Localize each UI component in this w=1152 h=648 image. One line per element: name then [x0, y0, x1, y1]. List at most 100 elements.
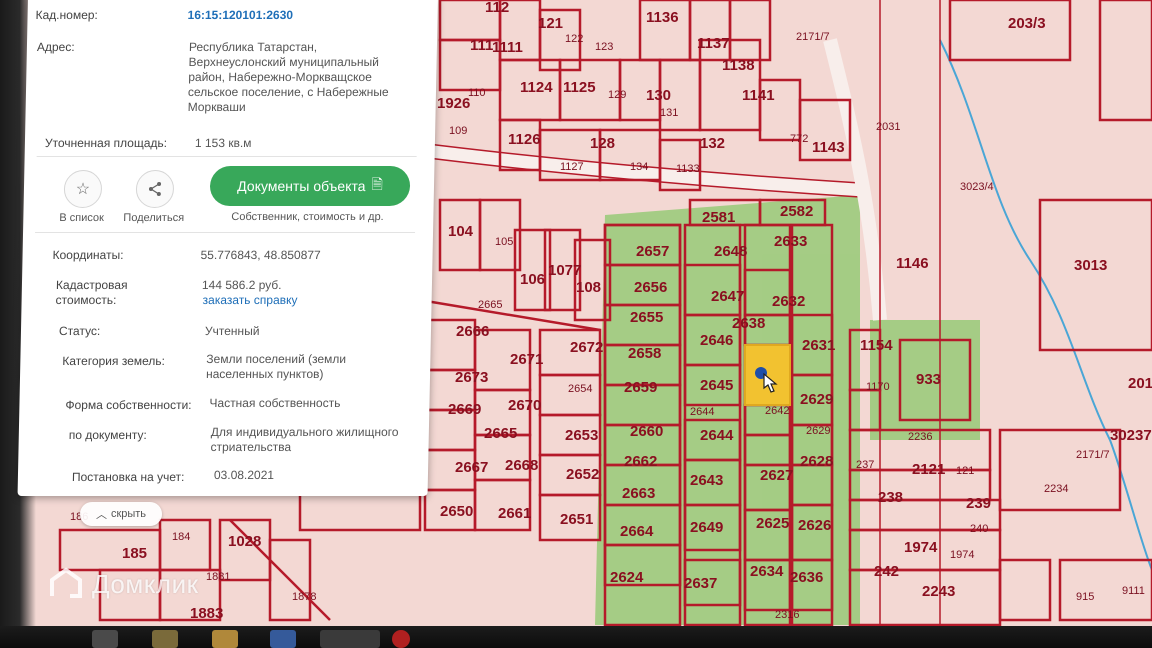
parcel-number-label: 1127 [560, 161, 584, 173]
order-certificate-link[interactable]: заказать справку [202, 293, 297, 307]
area-value: 1 153 кв.м [194, 136, 252, 150]
parcel-number-label: 2671 [510, 351, 543, 368]
registration-label: Постановка на учет: [71, 470, 185, 484]
parcel-number-label: 2665 [478, 299, 502, 311]
taskbar [0, 626, 1152, 648]
object-documents-button[interactable]: Документы объекта 🗎 [209, 166, 411, 206]
taskbar-app-icon[interactable] [270, 630, 296, 648]
screen: 112 121 1136 1137 1138 1141 772 1143 122 123 1111 1… [0, 0, 1152, 648]
parcel-number-label: 2631 [802, 337, 835, 354]
parcel-number-label: 128 [590, 135, 615, 152]
parcel-number-label: 2031 [876, 121, 900, 133]
parcel-number-label: 2629 [806, 425, 830, 437]
registration-value: 03.08.2021 [213, 468, 275, 482]
parcel-number-label: 915 [1076, 591, 1094, 603]
chevron-up-icon: ︿ [95, 509, 107, 521]
house-logo-icon [50, 567, 82, 598]
parcel-number-label: 1883 [190, 605, 223, 622]
parcel-number-label: 2659 [624, 379, 657, 396]
parcel-number-label: 121 [956, 465, 974, 477]
parcel-number-label: 2665 [484, 425, 517, 442]
parcel-number-label: 2011 [1128, 375, 1152, 392]
parcel-number-label: 2629 [800, 391, 833, 408]
address-value: Республика Татарстан, Верхнеуслонский му… [187, 40, 389, 114]
parcel-number-label: 2625 [756, 515, 789, 532]
parcel-number-label: 185 [122, 545, 147, 562]
parcel-number-label: 1974 [904, 539, 938, 556]
taskbar-folder-icon[interactable] [152, 630, 178, 648]
parcel-number-label: 2624 [610, 569, 644, 586]
parcel-number-label: 1974 [950, 549, 974, 561]
parcel-number-label: 184 [172, 531, 190, 543]
parcel-number-label: 2236 [908, 431, 932, 443]
parcel-number-label: 2664 [620, 523, 654, 540]
ownership-value: Частная собственность [209, 396, 341, 410]
parcel-number-label: 1136 [646, 9, 679, 26]
watermark-text: Домклик [92, 568, 199, 599]
parcel-number-label: 1170 [866, 381, 890, 393]
taskbar-app-icon[interactable] [92, 630, 118, 648]
parcel-number-label: 238 [878, 489, 903, 506]
parcel-number-label: 121 [538, 15, 563, 32]
parcel-number-label: 2637 [684, 575, 717, 592]
parcel-number-label: 2651 [560, 511, 593, 528]
share-label[interactable]: Поделиться [123, 212, 184, 224]
status-label: Статус: [58, 324, 101, 338]
parcel-number-label: 2668 [505, 457, 538, 474]
document-purpose-label: по документу: [68, 428, 147, 442]
parcel-number-label: 2642 [765, 405, 789, 417]
coords-label: Координаты: [52, 248, 124, 262]
parcel-number-label: 122 [565, 33, 583, 45]
hide-panel-button[interactable]: ︿ скрыть [80, 502, 162, 526]
parcel-number-label: 2633 [774, 233, 807, 250]
documents-subtitle: Собственник, стоимость и др. [231, 211, 384, 223]
parcel-number-label: 1125 [563, 79, 596, 96]
parcel-number-label: 2646 [700, 332, 733, 349]
ownership-label: Форма собственности: [65, 398, 192, 412]
parcel-number-label: 2655 [630, 309, 663, 326]
parcel-number-label: 2666 [456, 323, 489, 340]
cadastral-cost-label: Кадастровая стоимость: [55, 278, 128, 307]
parcel-number-label: 1133 [676, 163, 700, 175]
land-category-label: Категория земель: [62, 354, 166, 368]
status-value: Учтенный [204, 324, 260, 338]
parcel-number-label: 3023/4 [960, 181, 994, 193]
parcel-number-label: 2644 [690, 406, 714, 418]
parcel-number-label: 1137 [697, 35, 730, 52]
taskbar-opera-icon[interactable] [392, 630, 410, 648]
parcel-number-label: 2316 [775, 609, 799, 621]
parcel-number-label: 772 [790, 133, 808, 145]
parcel-number-label: 2653 [565, 427, 598, 444]
parcel-info-panel: Кад.номер: 16:15:120101:2630 Адрес: Респ… [17, 0, 439, 496]
parcel-number-label: 131 [660, 107, 678, 119]
add-to-list-label[interactable]: В список [59, 212, 104, 224]
parcel-number-label: 1878 [292, 591, 316, 603]
parcel-number-label: 111 [470, 37, 493, 54]
cad-number-value: 16:15:120101:2630 [187, 8, 294, 22]
share-button[interactable] [135, 170, 175, 208]
parcel-number-label: 933 [916, 371, 941, 388]
document-purpose-value: Для индивидуального жилищного стриательст… [210, 425, 399, 454]
taskbar-chrome-icon[interactable] [320, 630, 380, 648]
taskbar-files-icon[interactable] [212, 630, 238, 648]
parcel-number-label: 203/3 [1008, 15, 1046, 32]
cad-number-label: Кад.номер: [35, 8, 98, 22]
parcel-number-label: 109 [449, 125, 467, 137]
parcel-number-label: 9111 [1122, 585, 1145, 597]
parcel-number-label: 2661 [498, 505, 531, 522]
parcel-number-label: 129 [608, 89, 626, 101]
cadastral-cost-value: 144 586.2 руб. [201, 278, 282, 292]
parcel-number-label: 2643 [690, 472, 723, 489]
add-to-list-button[interactable]: ☆ [63, 170, 103, 208]
parcel-number-label: 2626 [798, 517, 831, 534]
parcel-number-label: 2670 [508, 397, 541, 414]
divider [35, 232, 416, 233]
parcel-number-label: 1154 [860, 337, 893, 354]
parcel-number-label: 112 [485, 0, 509, 16]
parcel-number-label: 2648 [714, 243, 747, 260]
land-category-value: Земли поселений (земли населенных пунктов… [205, 352, 347, 381]
parcel-number-label: 2662 [624, 453, 657, 470]
parcel-number-label: 2628 [800, 453, 833, 470]
parcel-number-label: 2650 [440, 503, 473, 520]
parcel-number-label: 110 [468, 87, 486, 99]
